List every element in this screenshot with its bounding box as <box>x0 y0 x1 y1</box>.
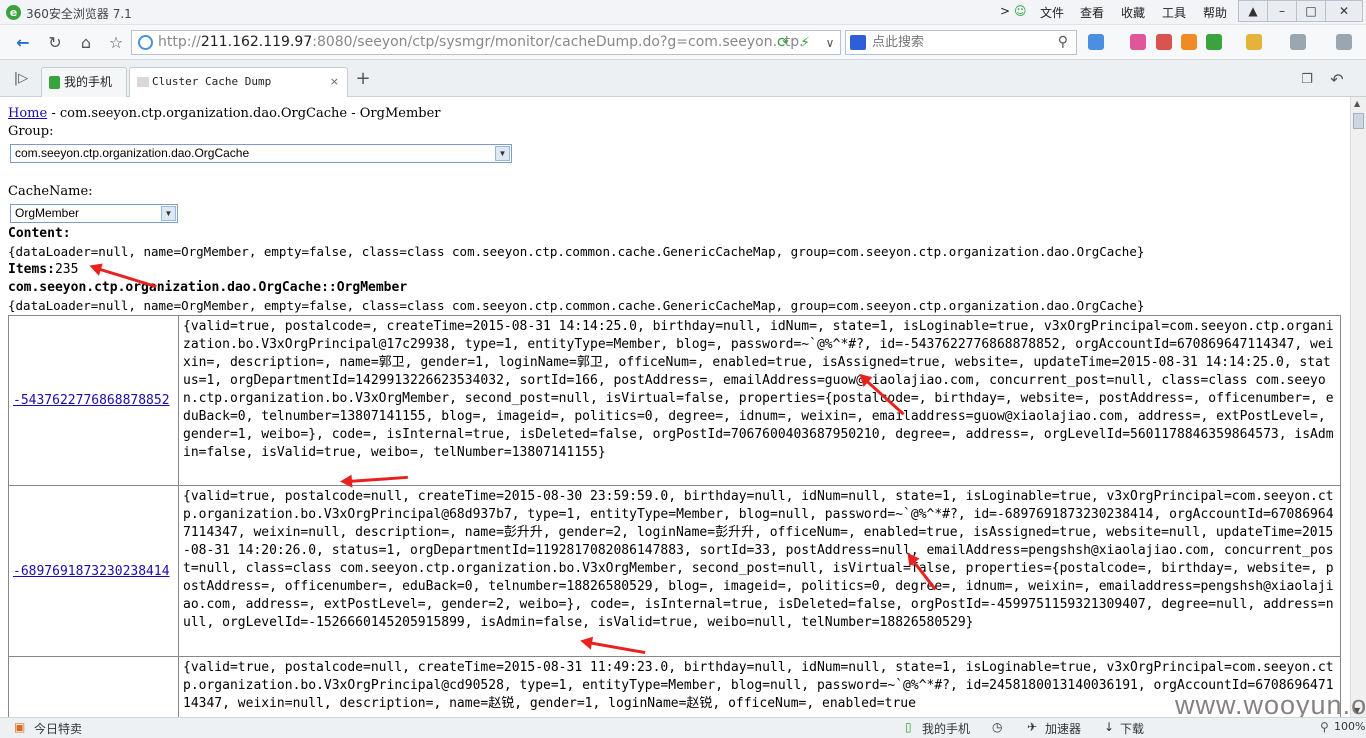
menu-favorites[interactable]: 收藏 <box>1121 4 1145 21</box>
chevron-down-icon: ▼ <box>161 206 176 221</box>
user-icon[interactable]: ☺ <box>1014 4 1027 18</box>
search-placeholder: 点此搜索 <box>872 35 925 50</box>
row-key-cell: -6897691873230238414 <box>8 485 179 657</box>
status-zoom[interactable]: 100% <box>1334 720 1365 733</box>
scroll-up-icon[interactable]: ▲ <box>1354 99 1360 108</box>
url-dropdown-icon[interactable]: ∨ <box>819 32 841 54</box>
calendar-icon[interactable] <box>1156 34 1172 50</box>
menu-file[interactable]: 文件 <box>1040 4 1064 21</box>
history-icon[interactable]: ◷ <box>992 720 1002 734</box>
table-row: {valid=true, postalcode=null, createTime… <box>8 656 1341 717</box>
tab-label: 我的手机 <box>64 75 113 89</box>
cachename-label: CacheName: <box>8 184 93 199</box>
items-count: Items:235 <box>8 262 78 277</box>
breadcrumb: Home - com.seeyon.ctp.organization.dao.O… <box>8 106 441 121</box>
row-value-cell: {valid=true, postalcode=, createTime=201… <box>178 315 1341 486</box>
undo-close-icon[interactable]: ↶ <box>1326 69 1348 91</box>
flight-icon[interactable] <box>1181 34 1197 50</box>
tab-favicon-icon <box>137 77 149 87</box>
menu-tools[interactable]: 工具 <box>1162 4 1186 21</box>
sidebar-toggle-icon[interactable]: |▷ <box>10 68 32 90</box>
phone-icon[interactable]: ▯ <box>905 720 912 734</box>
tab-label: Cluster Cache Dump <box>152 75 272 88</box>
game-icon[interactable] <box>1246 34 1262 50</box>
skin-button[interactable]: ▲ <box>1238 0 1268 22</box>
items-label: Items: <box>8 262 55 277</box>
shield-icon[interactable] <box>1206 34 1222 50</box>
row-key-link[interactable]: -6897691873230238414 <box>13 564 170 579</box>
search-engine-icon[interactable] <box>850 35 866 50</box>
search-box[interactable]: 点此搜索 ⚲ <box>845 30 1077 55</box>
browser-logo-icon: e <box>6 5 21 20</box>
screenshot-icon[interactable] <box>1290 34 1306 50</box>
row-value-cell: {valid=true, postalcode=null, createTime… <box>178 656 1341 717</box>
window-title: 360安全浏览器 7.1 <box>26 7 132 21</box>
address-bar[interactable]: http://211.162.119.97:8080/seeyon/ctp/sy… <box>131 30 841 55</box>
mail-icon[interactable] <box>1130 34 1146 50</box>
items-value: 235 <box>54 262 79 277</box>
content-description: {dataLoader=null, name=OrgMember, empty=… <box>8 244 1145 259</box>
close-tab-icon[interactable]: × <box>330 68 339 96</box>
home-icon[interactable]: ⌂ <box>75 32 97 54</box>
cache-heading: com.seeyon.ctp.organization.dao.OrgCache… <box>8 280 408 295</box>
row-key-cell <box>8 656 179 717</box>
more-tools-icon[interactable] <box>1336 34 1352 50</box>
chevron-down-icon: ▼ <box>495 146 510 161</box>
scrollbar-thumb[interactable] <box>1353 113 1364 129</box>
menu-view[interactable]: 查看 <box>1080 4 1104 21</box>
url-host: 211.162.119.97 <box>200 34 313 50</box>
vertical-scrollbar[interactable]: ▲ ▼ <box>1350 97 1366 717</box>
status-bar: ▣ 今日特卖 ▯ 我的手机 ◷ ✈ 加速器 ↓ 下载 ⚲ 100% <box>0 717 1366 738</box>
cache-table: -5437622776868878852 {valid=true, postal… <box>8 315 1341 717</box>
speed-mode-icon[interactable]: ⚡ <box>794 32 816 54</box>
home-link[interactable]: Home <box>8 106 47 121</box>
close-window-button[interactable]: ✕ <box>1325 0 1363 22</box>
row-key-cell: -5437622776868878852 <box>8 315 179 486</box>
row-key-link[interactable]: -5437622776868878852 <box>13 393 170 408</box>
search-icon[interactable]: ⚲ <box>1058 31 1068 54</box>
star-icon[interactable]: ☆ <box>105 32 127 54</box>
refresh-icon[interactable]: ↻ <box>44 32 66 54</box>
url-path: :8080/seeyon/ctp/sysmgr/monitor/cacheDum… <box>312 34 804 50</box>
gift-icon[interactable]: ▣ <box>14 720 25 734</box>
maximize-button[interactable]: □ <box>1296 0 1326 22</box>
page-globe-icon <box>138 35 153 50</box>
navigation-bar: ← ↻ ⌂ ☆ http://211.162.119.97:8080/seeyo… <box>0 25 1366 60</box>
download-icon[interactable]: ↓ <box>1104 720 1114 734</box>
zoom-icon[interactable]: ⚲ <box>1320 720 1329 734</box>
content-label: Content: <box>8 226 71 241</box>
title-bar: e 360安全浏览器 7.1 > ☺ 文件 查看 收藏 工具 帮助 ▲ – □ … <box>0 0 1366 25</box>
group-label: Group: <box>8 124 54 139</box>
group-select-value: com.seeyon.ctp.organization.dao.OrgCache <box>15 146 250 160</box>
table-row: -6897691873230238414 {valid=true, postal… <box>8 485 1341 657</box>
row-value-cell: {valid=true, postalcode=null, createTime… <box>178 485 1341 657</box>
page-content: Home - com.seeyon.ctp.organization.dao.O… <box>0 97 1350 717</box>
menu-help[interactable]: 帮助 <box>1203 4 1227 21</box>
status-my-phone[interactable]: 我的手机 <box>922 720 970 737</box>
nav-arrow-icon[interactable]: > <box>1000 4 1010 18</box>
compat-mode-icon[interactable]: ⟳ <box>772 32 794 54</box>
cachename-select[interactable]: OrgMember ▼ <box>10 204 178 223</box>
tab-cluster-cache-dump[interactable]: Cluster Cache Dump × <box>129 67 348 97</box>
new-tab-icon[interactable]: + <box>352 68 374 90</box>
tab-list-icon[interactable]: ❐ <box>1296 69 1318 91</box>
back-arrow-icon[interactable]: ← <box>12 32 34 54</box>
status-daily-deals[interactable]: 今日特卖 <box>34 720 82 737</box>
cache-description: {dataLoader=null, name=OrgMember, empty=… <box>8 298 1145 313</box>
breadcrumb-path: - com.seeyon.ctp.organization.dao.OrgCac… <box>47 106 441 121</box>
url-prefix: http:// <box>158 34 201 50</box>
apps-icon[interactable] <box>1088 34 1104 50</box>
tab-bar: |▷ 我的手机 Cluster Cache Dump × + ❐ ↶ <box>0 60 1366 97</box>
table-row: -5437622776868878852 {valid=true, postal… <box>8 315 1341 486</box>
group-select[interactable]: com.seeyon.ctp.organization.dao.OrgCache… <box>10 144 512 163</box>
phone-icon <box>49 76 60 89</box>
status-accelerator[interactable]: 加速器 <box>1045 720 1081 737</box>
status-download[interactable]: 下载 <box>1120 720 1144 737</box>
accelerator-icon[interactable]: ✈ <box>1027 720 1037 734</box>
minimize-button[interactable]: – <box>1267 0 1297 22</box>
cachename-select-value: OrgMember <box>15 206 80 220</box>
tab-my-phone[interactable]: 我的手机 <box>41 67 127 97</box>
